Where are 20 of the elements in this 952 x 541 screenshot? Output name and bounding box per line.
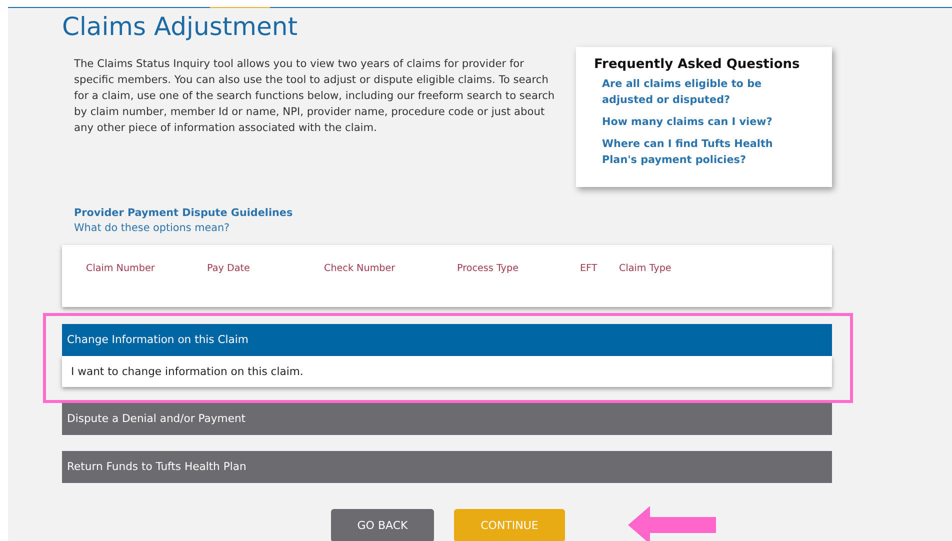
column-header: Claim Number [86, 263, 156, 274]
faq-title: Frequently Asked Questions [594, 57, 801, 72]
faq-link[interactable]: Where can I find Tufts Health Plan's payment policies? [602, 136, 802, 168]
column-header: Check Number [324, 263, 396, 274]
faq-link[interactable]: Are all claims eligible to be adjusted or disputed? [602, 76, 802, 108]
column-header: EFT [580, 263, 598, 274]
help-link[interactable]: What do these options mean? [74, 221, 952, 236]
option-bar[interactable]: Return Funds to Tufts Health Plan [62, 451, 832, 483]
option-bar[interactable]: Dispute a Denial and/or Payment [62, 403, 832, 435]
page-title: Claims Adjustment [62, 11, 299, 43]
column-header: Process Type [457, 263, 520, 274]
column-header: Claim Type [619, 263, 672, 274]
faq-link[interactable]: How many claims can I view? [602, 114, 802, 130]
help-link[interactable]: Provider Payment Dispute Guidelines [74, 206, 952, 221]
arrow-icon [628, 506, 718, 541]
column-header: Pay Date [207, 263, 251, 274]
option-description: I want to change information on this claim. [62, 356, 832, 387]
action-button[interactable]: GO BACK [331, 508, 434, 541]
intro-paragraph: The Claims Status Inquiry tool allows you to view two years of claims for provider for specific members. You can also use the tool to adjust or dispute eligible claims. To search for a claim, use one of the search functions below, including our freeform search to search by claim number, member Id or name, NPI, provider name, procedure code or just about any other piece of information associated with the claim. [74, 57, 556, 136]
option-bar[interactable]: Change Information on this Claim [62, 324, 832, 356]
